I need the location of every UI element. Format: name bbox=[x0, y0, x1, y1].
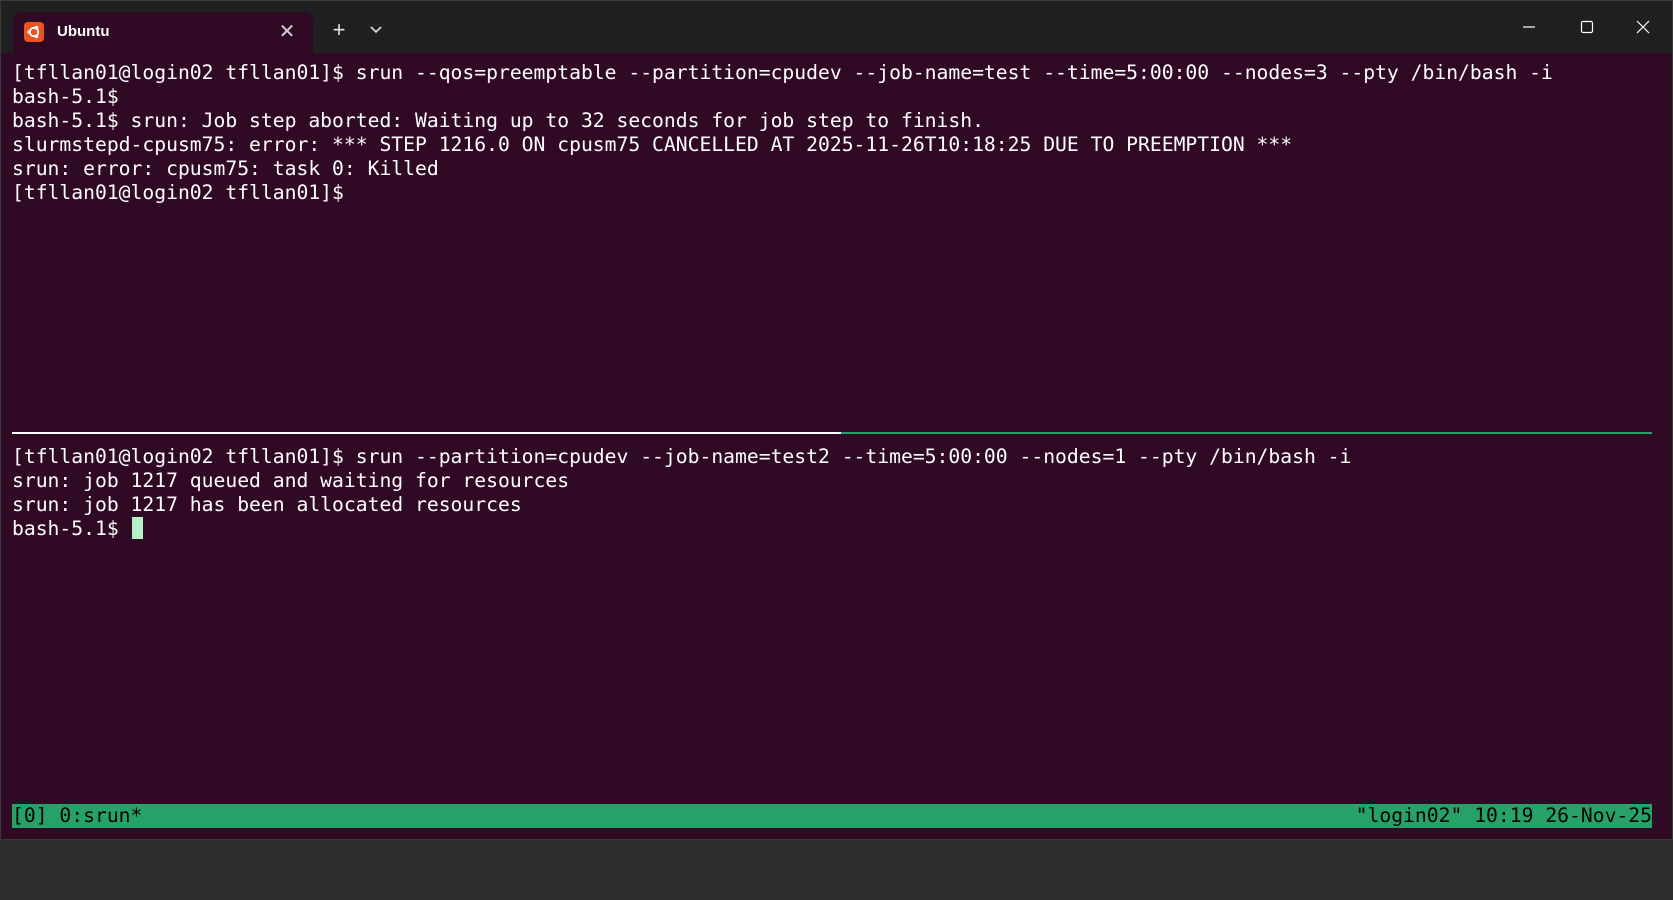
ubuntu-logo-icon bbox=[24, 22, 44, 42]
close-icon bbox=[1636, 20, 1650, 34]
terminal-line: srun: job 1217 queued and waiting for re… bbox=[12, 469, 570, 492]
tab-title: Ubuntu bbox=[57, 23, 110, 40]
tmux-status-bar: [0] 0:srun* "login02" 10:19 26-Nov-25 bbox=[12, 804, 1652, 828]
terminal-area[interactable]: [tfllan01@login02 tfllan01]$ srun --qos=… bbox=[12, 59, 1652, 829]
pane-divider-active[interactable] bbox=[841, 432, 1652, 434]
tab-ubuntu[interactable]: Ubuntu ✕ bbox=[13, 12, 313, 53]
text-cursor bbox=[131, 517, 143, 539]
terminal-line: [tfllan01@login02 tfllan01]$ srun --part… bbox=[12, 445, 1352, 468]
terminal-pane-top[interactable]: [tfllan01@login02 tfllan01]$ srun --qos=… bbox=[12, 61, 1652, 205]
status-window-list[interactable]: [0] 0:srun* bbox=[12, 804, 142, 828]
status-host-time: "login02" 10:19 26-Nov-25 bbox=[1355, 804, 1652, 827]
minimize-icon bbox=[1523, 26, 1535, 28]
maximize-icon bbox=[1580, 20, 1594, 34]
minimize-button[interactable] bbox=[1501, 1, 1557, 53]
close-window-button[interactable] bbox=[1615, 1, 1671, 53]
terminal-prompt-line[interactable]: bash-5.1$ bbox=[12, 517, 1652, 541]
terminal-pane-bottom[interactable]: [tfllan01@login02 tfllan01]$ srun --part… bbox=[12, 445, 1652, 541]
terminal-line: [tfllan01@login02 tfllan01]$ bbox=[12, 181, 344, 204]
terminal-line: srun: error: cpusm75: task 0: Killed bbox=[12, 157, 439, 180]
terminal-line: slurmstepd-cpusm75: error: *** STEP 1216… bbox=[12, 133, 1293, 156]
terminal-line: [tfllan01@login02 tfllan01]$ srun --qos=… bbox=[12, 61, 1553, 84]
tab-dropdown-chevron-icon[interactable] bbox=[363, 17, 389, 43]
tab-close-icon[interactable]: ✕ bbox=[275, 20, 299, 44]
terminal-line: srun: job 1217 has been allocated resour… bbox=[12, 493, 522, 516]
terminal-line: bash-5.1$ srun: Job step aborted: Waitin… bbox=[12, 109, 984, 132]
title-bar: Ubuntu ✕ + bbox=[1, 1, 1672, 53]
maximize-button[interactable] bbox=[1559, 1, 1615, 53]
shell-prompt: bash-5.1$ bbox=[12, 517, 131, 540]
pane-divider[interactable] bbox=[12, 432, 841, 434]
new-tab-button[interactable]: + bbox=[326, 17, 352, 43]
terminal-line: bash-5.1$ bbox=[12, 85, 119, 108]
terminal-window: Ubuntu ✕ + [tfllan01@login02 tfllan01]$ … bbox=[0, 0, 1673, 840]
